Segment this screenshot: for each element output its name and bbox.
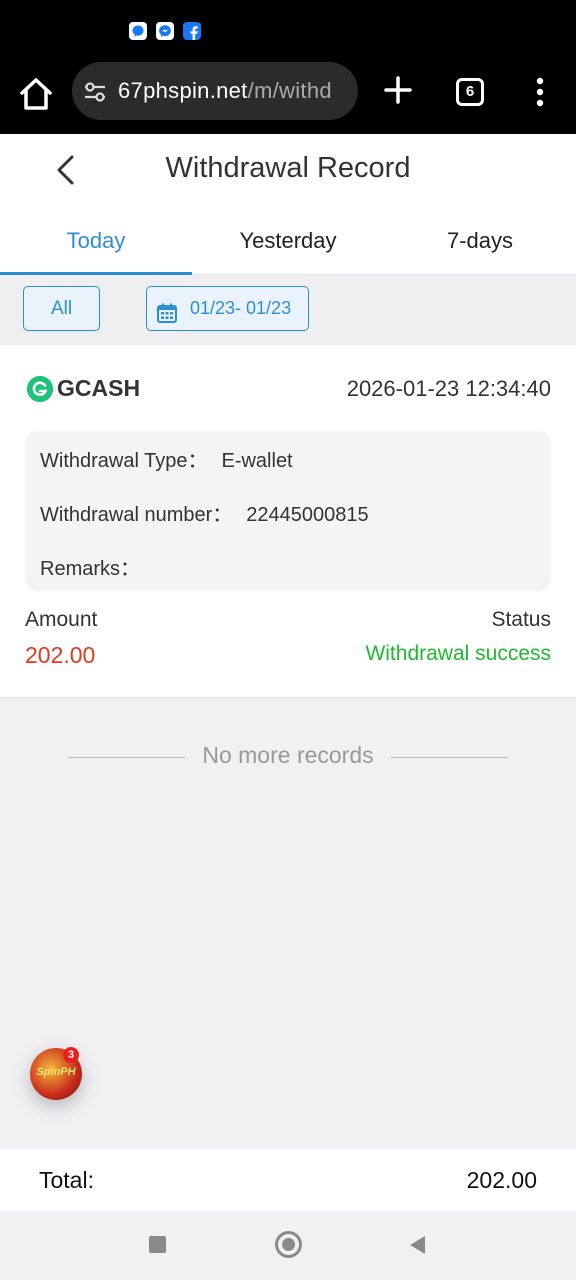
withdrawal-number-label: Withdrawal number：	[40, 504, 233, 526]
system-nav-bar	[0, 1211, 576, 1280]
new-tab-plus-icon[interactable]	[380, 70, 416, 110]
withdrawal-type-value: E-wallet	[221, 450, 293, 472]
no-more-records-text: No more records	[202, 742, 374, 768]
recents-square-icon[interactable]	[149, 1236, 166, 1253]
amount-label: Amount	[25, 608, 98, 631]
filter-bar: All 01/23- 01/23	[0, 275, 576, 345]
tab-yesterday[interactable]: Yesterday	[192, 206, 384, 275]
messenger-chat-icon	[129, 22, 147, 40]
url-text: 67phspin.net/m/withd	[118, 78, 332, 104]
notification-badge: 3	[63, 1047, 79, 1063]
status-label: Status	[491, 608, 551, 631]
withdrawal-number-row: Withdrawal number： 22445000815	[40, 498, 369, 527]
page-header: Withdrawal Record	[0, 134, 576, 206]
messenger-icon	[156, 22, 174, 40]
total-bar: Total: 202.00	[0, 1149, 576, 1211]
tab-switcher-button[interactable]: 6	[456, 78, 484, 106]
withdrawal-record-card[interactable]: GCASH 2026-01-23 12:34:40 Withdrawal Typ…	[0, 345, 576, 698]
tab-today[interactable]: Today	[0, 206, 192, 275]
facebook-icon	[183, 22, 201, 40]
address-bar[interactable]: 67phspin.net/m/withd	[72, 62, 358, 120]
home-circle-icon[interactable]	[275, 1231, 302, 1258]
record-details: Withdrawal Type： E-wallet Withdrawal numb…	[25, 431, 551, 591]
total-value: 202.00	[466, 1167, 537, 1193]
floating-logo-text: SpinPH	[36, 1066, 76, 1078]
remarks-row: Remarks：	[40, 552, 154, 581]
url-host: 67phspin.net	[118, 78, 248, 103]
date-tabs: Today Yesterday 7-days	[0, 206, 576, 275]
date-range-text: 01/23- 01/23	[190, 298, 292, 318]
date-range-button[interactable]: 01/23- 01/23	[146, 286, 309, 331]
payment-method-name: GCASH	[57, 375, 141, 401]
url-path: /m/withd	[247, 78, 332, 103]
withdrawal-type-row: Withdrawal Type： E-wallet	[40, 444, 293, 473]
withdrawal-type-label: Withdrawal Type：	[40, 450, 208, 472]
filter-all-button[interactable]: All	[23, 286, 100, 331]
overflow-menu-icon[interactable]	[528, 76, 552, 108]
calendar-icon	[156, 297, 178, 323]
gcash-logo-icon	[27, 376, 53, 402]
status-value: Withdrawal success	[365, 642, 551, 665]
divider-right	[391, 757, 508, 758]
withdrawal-number-value: 22445000815	[246, 504, 369, 526]
site-settings-icon[interactable]	[82, 79, 108, 105]
tab-7-days[interactable]: 7-days	[384, 206, 576, 275]
browser-toolbar: 67phspin.net/m/withd 6	[0, 58, 576, 134]
home-icon[interactable]	[14, 72, 58, 116]
status-bar	[0, 0, 576, 58]
page-title: Withdrawal Record	[165, 152, 411, 184]
total-label: Total:	[39, 1167, 94, 1193]
back-triangle-icon[interactable]	[407, 1234, 427, 1256]
record-datetime: 2026-01-23 12:34:40	[346, 376, 551, 401]
remarks-label: Remarks：	[40, 558, 141, 580]
amount-value: 202.00	[25, 642, 96, 668]
